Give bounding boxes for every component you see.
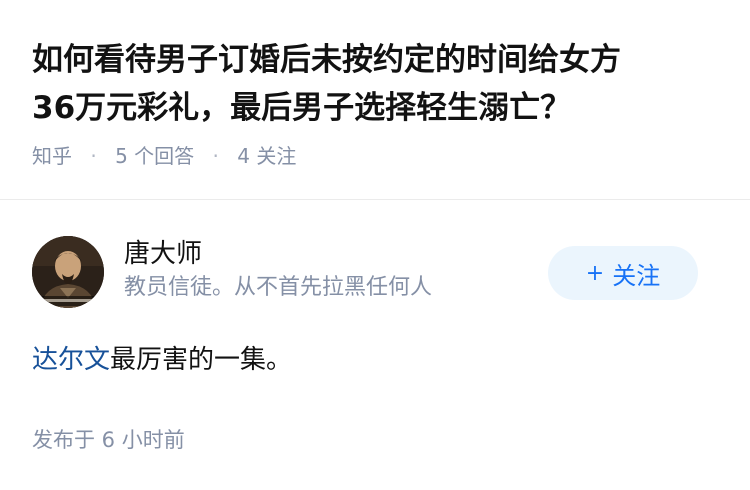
question-meta: 知乎 · 5 个回答 · 4 关注 [32,142,732,170]
question-header: 如何看待男子订婚后未按约定的时间给女方 36万元彩礼，最后男子选择轻生溺亡？ 知… [32,36,732,170]
question-title-line2[interactable]: 36万元彩礼，最后男子选择轻生溺亡？ [32,90,571,126]
section-divider [0,199,750,200]
question-title[interactable]: 如何看待男子订婚后未按约定的时间给女方 36万元彩礼，最后男子选择轻生溺亡？ [32,36,732,132]
avatar-photo-icon [32,236,104,308]
follow-button[interactable]: + 关注 [548,246,698,300]
author-name[interactable]: 唐大师 [124,236,544,272]
follow-button-label: 关注 [612,261,661,290]
mention-link[interactable]: 达尔文 [32,345,110,375]
question-title-line1[interactable]: 如何看待男子订婚后未按约定的时间给女方 [32,42,621,78]
answer-card: 唐大师 教员信徒。从不首先拉黑任何人 + 关注 达尔文最厉害的一集。 发布于 6… [32,236,718,454]
publish-time: 发布于 6 小时前 [32,428,185,452]
meta-separator: · [212,144,219,168]
source-label[interactable]: 知乎 [32,144,72,168]
meta-separator: · [90,144,97,168]
answer-text: 最厉害的一集。 [110,345,293,375]
plus-icon: + [585,260,605,286]
avatar[interactable] [32,236,104,308]
author-row: 唐大师 教员信徒。从不首先拉黑任何人 + 关注 [32,236,718,308]
follow-count: 4 关注 [237,144,297,168]
answer-content[interactable]: 达尔文最厉害的一集。 [32,342,718,378]
answer-count[interactable]: 5 个回答 [115,144,194,168]
author-info: 唐大师 教员信徒。从不首先拉黑任何人 [124,236,544,304]
author-bio: 教员信徒。从不首先拉黑任何人 [124,275,433,300]
